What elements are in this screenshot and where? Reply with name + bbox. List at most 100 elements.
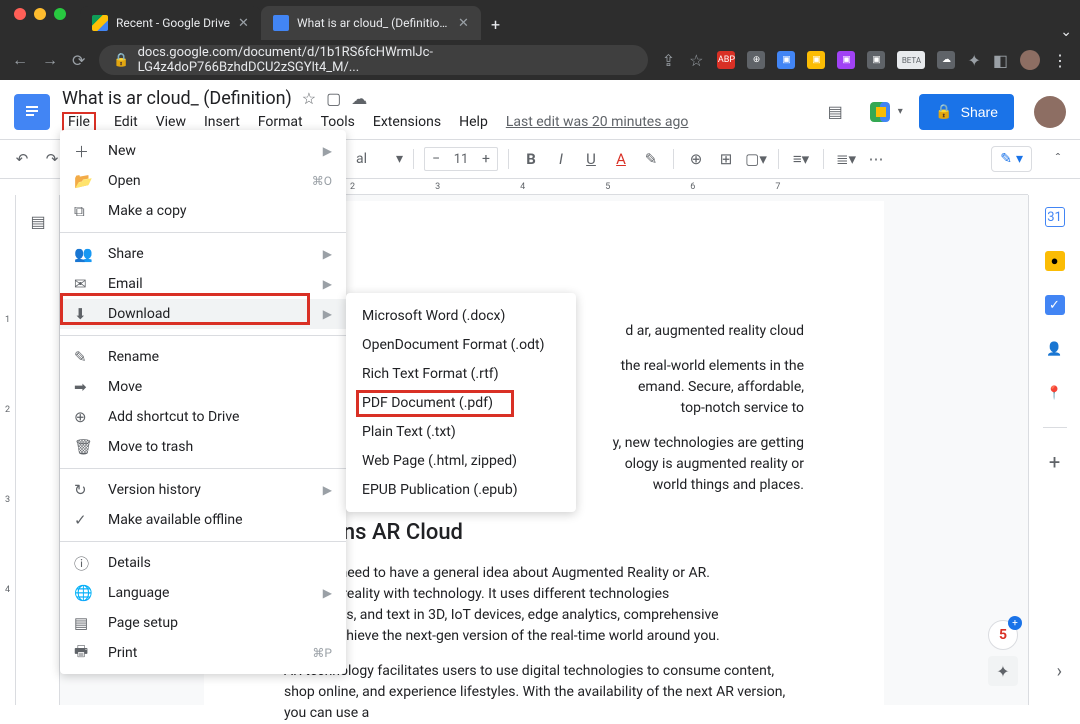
- back-icon[interactable]: ←: [12, 50, 28, 70]
- ruler-mark: 4: [5, 585, 10, 595]
- menu-new[interactable]: ＋New▶: [60, 136, 346, 166]
- ext-icon[interactable]: ▣: [867, 51, 885, 69]
- cloud-icon[interactable]: ☁: [351, 89, 367, 108]
- contacts-icon[interactable]: 👤: [1045, 339, 1065, 359]
- beta-badge[interactable]: BETA: [897, 51, 925, 69]
- outline-icon[interactable]: ▤: [20, 203, 56, 239]
- ext-icon[interactable]: ⊕: [747, 51, 765, 69]
- panel-icon[interactable]: ◧: [993, 51, 1008, 70]
- comment-icon[interactable]: ⊞: [714, 147, 738, 171]
- minimize-icon[interactable]: [34, 8, 46, 20]
- ext-icon[interactable]: ▣: [807, 51, 825, 69]
- window-controls: [0, 0, 76, 24]
- more-icon[interactable]: ⋯: [864, 147, 888, 171]
- submenu-epub[interactable]: EPUB Publication (.epub): [346, 475, 576, 504]
- menu-print[interactable]: 🖶Print⌘P: [60, 638, 346, 668]
- docs-logo-icon[interactable]: [14, 94, 50, 130]
- line-spacing-icon[interactable]: ≣▾: [834, 147, 858, 171]
- new-tab-button[interactable]: +: [481, 9, 510, 40]
- chevron-up-icon[interactable]: ˆ: [1046, 147, 1070, 171]
- menu-edit[interactable]: Edit: [114, 114, 138, 130]
- explore-button[interactable]: ✦: [988, 656, 1018, 686]
- avatar[interactable]: [1020, 50, 1040, 70]
- submenu-pdf[interactable]: PDF Document (.pdf): [346, 388, 576, 417]
- forward-icon[interactable]: →: [42, 50, 58, 70]
- keep-icon[interactable]: ●: [1045, 251, 1065, 271]
- calendar-icon[interactable]: 31: [1045, 207, 1065, 227]
- menu-share[interactable]: 👥Share▶: [60, 239, 346, 269]
- tab-drive[interactable]: Recent - Google Drive ✕: [80, 6, 261, 40]
- close-icon[interactable]: ✕: [458, 16, 469, 31]
- maximize-icon[interactable]: [54, 8, 66, 20]
- abp-icon[interactable]: ABP: [717, 51, 735, 69]
- ext-icon[interactable]: ▣: [837, 51, 855, 69]
- submenu-odt[interactable]: OpenDocument Format (.odt): [346, 330, 576, 359]
- close-icon[interactable]: [14, 8, 26, 20]
- comments-icon[interactable]: ▤: [817, 94, 853, 130]
- reload-icon[interactable]: ⟳: [72, 51, 85, 70]
- font-name[interactable]: al: [356, 151, 367, 167]
- menu-extensions[interactable]: Extensions: [373, 114, 441, 130]
- edit-mode-button[interactable]: ✎▾: [991, 146, 1032, 172]
- submenu-txt[interactable]: Plain Text (.txt): [346, 417, 576, 446]
- menu-rename[interactable]: ✎Rename: [60, 342, 346, 372]
- omnibox[interactable]: 🔒 docs.google.com/document/d/1b1RS6fcHWr…: [99, 45, 647, 75]
- align-icon[interactable]: ≡▾: [789, 147, 813, 171]
- image-icon[interactable]: ▢▾: [744, 147, 768, 171]
- link-icon[interactable]: ⊕: [684, 147, 708, 171]
- submenu-rtf[interactable]: Rich Text Format (.rtf): [346, 359, 576, 388]
- highlight-icon[interactable]: ✎: [639, 147, 663, 171]
- menu-version-history[interactable]: ↻Version history▶: [60, 475, 346, 505]
- submenu-html[interactable]: Web Page (.html, zipped): [346, 446, 576, 475]
- move-icon[interactable]: ▢: [326, 89, 341, 108]
- menu-offline[interactable]: ✓Make available offline: [60, 505, 346, 535]
- menu-format[interactable]: Format: [258, 114, 303, 130]
- menu-view[interactable]: View: [156, 114, 186, 130]
- share-button[interactable]: 🔒 Share: [919, 94, 1014, 130]
- chevron-right-icon[interactable]: ›: [1057, 661, 1062, 682]
- meet-button[interactable]: ▾: [865, 94, 907, 130]
- tasks-icon[interactable]: ✓: [1045, 295, 1065, 315]
- share-icon[interactable]: ⇪: [662, 51, 675, 70]
- doc-title[interactable]: What is ar cloud_ (Definition): [62, 88, 292, 109]
- menu-tools[interactable]: Tools: [321, 114, 355, 130]
- ext-icon[interactable]: ▣: [777, 51, 795, 69]
- chevron-down-icon[interactable]: ⌄: [1052, 24, 1080, 40]
- maps-icon[interactable]: 📍: [1045, 383, 1065, 403]
- heading: Explains AR Cloud: [284, 516, 804, 549]
- menu-make-copy[interactable]: ⧉Make a copy: [60, 196, 346, 226]
- plus-icon[interactable]: +: [475, 148, 497, 170]
- menu-insert[interactable]: Insert: [204, 114, 240, 130]
- menu-file[interactable]: File: [62, 112, 96, 132]
- undo-icon[interactable]: ↶: [10, 147, 34, 171]
- menu-open[interactable]: 📂Open⌘O: [60, 166, 346, 196]
- puzzle-icon[interactable]: ✦: [967, 51, 980, 70]
- menu-help[interactable]: Help: [459, 114, 488, 130]
- last-edit-link[interactable]: Last edit was 20 minutes ago: [506, 114, 689, 130]
- star-icon[interactable]: ☆: [689, 51, 703, 70]
- star-icon[interactable]: ☆: [302, 89, 316, 108]
- menu-page-setup[interactable]: ▤Page setup: [60, 608, 346, 638]
- menu-move[interactable]: ➡Move: [60, 372, 346, 402]
- plus-icon[interactable]: +: [1045, 452, 1065, 472]
- bold-icon[interactable]: B: [519, 147, 543, 171]
- font-size-value[interactable]: 11: [447, 152, 475, 167]
- menu-details[interactable]: ⓘDetails: [60, 548, 346, 578]
- minus-icon[interactable]: −: [425, 148, 447, 170]
- menu-add-shortcut[interactable]: ⊕Add shortcut to Drive: [60, 402, 346, 432]
- person-add-icon: 👥: [74, 245, 92, 263]
- menu-language[interactable]: 🌐Language▶: [60, 578, 346, 608]
- submenu-docx[interactable]: Microsoft Word (.docx): [346, 301, 576, 330]
- close-icon[interactable]: ✕: [238, 16, 249, 31]
- tab-docs[interactable]: What is ar cloud_ (Definition) - ✕: [261, 6, 481, 40]
- menu-email[interactable]: ✉Email▶: [60, 269, 346, 299]
- ext-icon[interactable]: ☁: [937, 51, 955, 69]
- italic-icon[interactable]: I: [549, 147, 573, 171]
- vdots-icon[interactable]: ⋮: [1052, 51, 1068, 70]
- text-color-icon[interactable]: A: [609, 147, 633, 171]
- avatar[interactable]: [1034, 96, 1066, 128]
- underline-icon[interactable]: U: [579, 147, 603, 171]
- menu-trash[interactable]: 🗑Move to trash: [60, 432, 346, 462]
- menu-download[interactable]: ⬇Download▶: [60, 299, 346, 329]
- font-size[interactable]: − 11 +: [424, 147, 498, 171]
